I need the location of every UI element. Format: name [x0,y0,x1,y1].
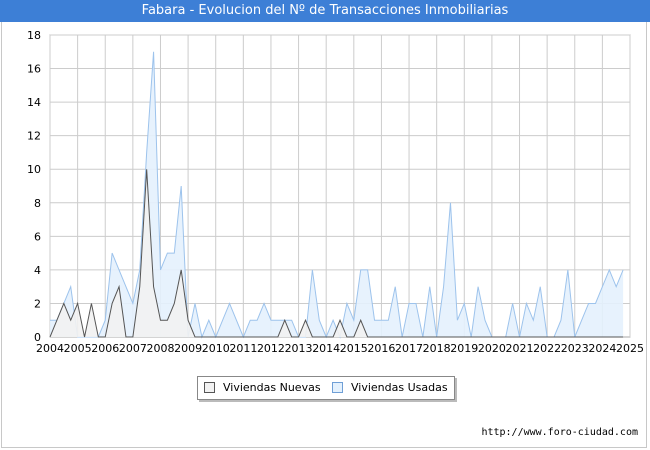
x-tick-label: 2017 [395,342,423,355]
x-tick-label: 2004 [36,342,64,355]
x-tick-label: 2025 [616,342,644,355]
x-tick-label: 2005 [64,342,92,355]
legend-label-nuevas: Viviendas Nuevas [223,381,321,394]
x-tick-label: 2014 [312,342,340,355]
legend-item-usadas: Viviendas Usadas [332,381,448,394]
x-tick-label: 2012 [257,342,285,355]
x-tick-label: 2016 [367,342,395,355]
x-tick-label: 2013 [285,342,313,355]
y-tick-label: 8 [34,197,41,210]
x-tick-label: 2009 [174,342,202,355]
x-tick-label: 2018 [423,342,451,355]
x-tick-label: 2007 [119,342,147,355]
x-tick-label: 2015 [340,342,368,355]
y-tick-label: 2 [34,297,41,310]
y-tick-label: 12 [27,130,41,143]
x-tick-label: 2011 [229,342,257,355]
y-tick-label: 6 [34,230,41,243]
legend: Viviendas Nuevas Viviendas Usadas [197,376,455,400]
x-tick-label: 2021 [506,342,534,355]
y-tick-label: 14 [27,96,41,109]
x-tick-label: 2019 [450,342,478,355]
x-tick-label: 2010 [202,342,230,355]
y-tick-label: 18 [27,29,41,42]
legend-swatch-usadas [332,382,343,393]
x-tick-label: 2006 [91,342,119,355]
x-tick-label: 2008 [146,342,174,355]
legend-item-nuevas: Viviendas Nuevas [204,381,321,394]
legend-swatch-nuevas [204,382,215,393]
x-tick-label: 2023 [561,342,589,355]
y-tick-label: 4 [34,264,41,277]
x-tick-label: 2020 [478,342,506,355]
y-tick-label: 10 [27,163,41,176]
x-tick-label: 2024 [588,342,616,355]
source-link[interactable]: http://www.foro-ciudad.com [481,427,638,438]
y-tick-label: 16 [27,63,41,76]
x-tick-label: 2022 [533,342,561,355]
legend-label-usadas: Viviendas Usadas [351,381,448,394]
